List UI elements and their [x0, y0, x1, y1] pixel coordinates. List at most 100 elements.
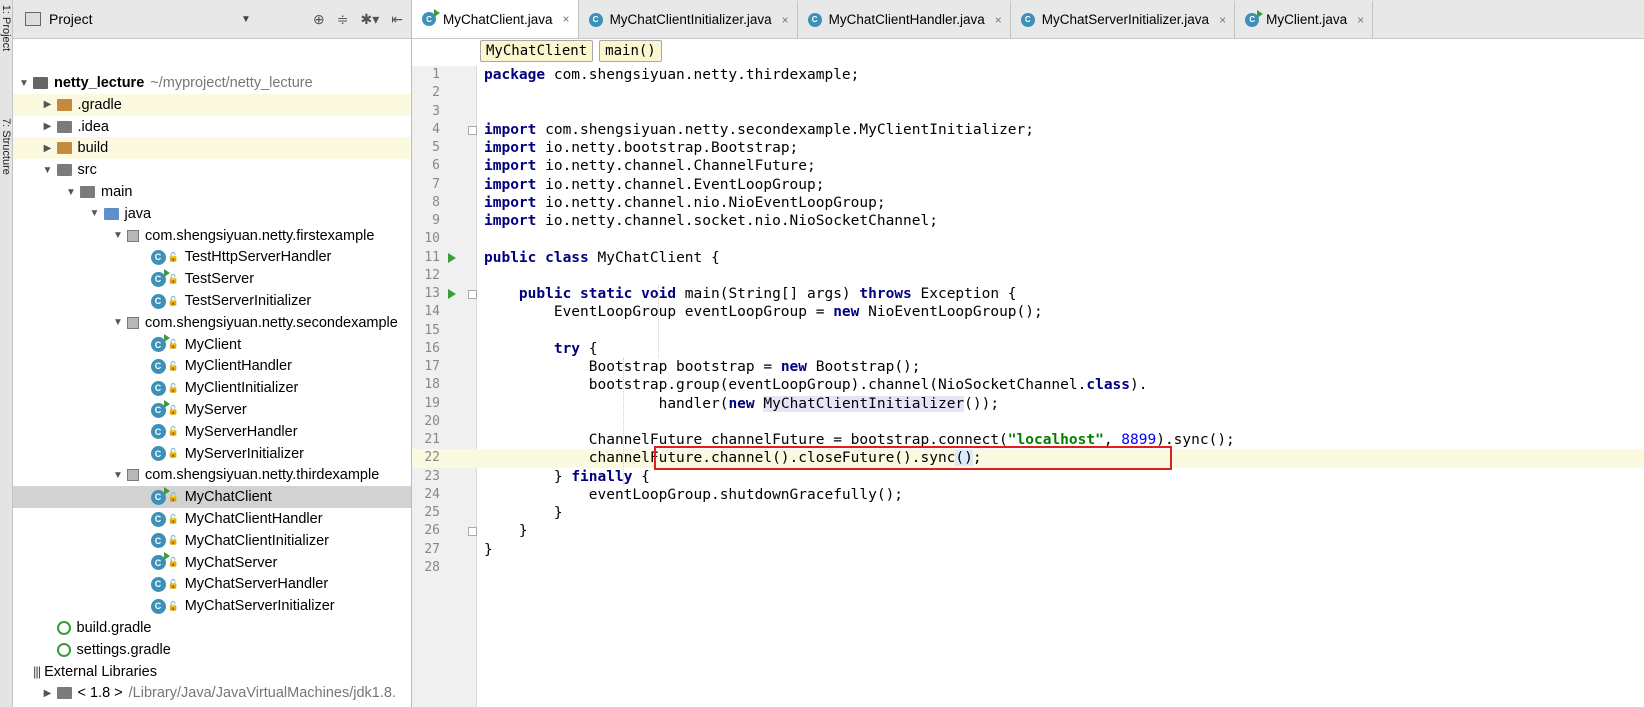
- run-gutter-icon[interactable]: [448, 289, 456, 299]
- view-dropdown-icon[interactable]: ▼: [241, 14, 251, 25]
- collapsed-arrow-icon[interactable]: ▶: [41, 143, 55, 154]
- expanded-arrow-icon[interactable]: ▼: [64, 187, 78, 198]
- fold-icon[interactable]: [468, 527, 477, 537]
- settings-gear-icon[interactable]: ✱▾: [361, 11, 380, 28]
- code-line[interactable]: try {: [484, 340, 598, 358]
- access-icon: 🔓: [167, 535, 179, 546]
- collapsed-arrow-icon[interactable]: ▶: [41, 121, 55, 132]
- tree-item[interactable]: C 🔓 MyClientHandler: [13, 355, 411, 377]
- tree-item[interactable]: ▼ netty_lecture ~/myproject/netty_lecture: [13, 72, 411, 94]
- tree-item[interactable]: C 🔓 MyChatServerInitializer: [13, 595, 411, 617]
- close-tab-icon[interactable]: ×: [995, 13, 1002, 27]
- expanded-arrow-icon[interactable]: ▼: [111, 317, 125, 328]
- tab-label: MyChatClientHandler.java: [828, 12, 985, 27]
- tree-item[interactable]: ▶ .idea: [13, 116, 411, 138]
- project-tool-window-button[interactable]: 1: Project: [0, 0, 12, 56]
- tree-item[interactable]: build.gradle: [13, 617, 411, 639]
- code-line[interactable]: bootstrap.group(eventLoopGroup).channel(…: [484, 376, 1148, 394]
- tree-item[interactable]: ▼ src: [13, 159, 411, 181]
- project-panel-title[interactable]: Project: [49, 11, 93, 27]
- code-line[interactable]: import io.netty.channel.socket.nio.NioSo…: [484, 212, 938, 230]
- code-line[interactable]: }: [484, 522, 528, 540]
- tree-item-label: java: [124, 205, 152, 222]
- tree-item[interactable]: C 🔓 MyServer: [13, 399, 411, 421]
- code-line[interactable]: package com.shengsiyuan.netty.thirdexamp…: [484, 66, 859, 84]
- tree-item[interactable]: C 🔓 MyChatServerHandler: [13, 573, 411, 595]
- tree-item-label: MyServerInitializer: [184, 445, 304, 462]
- collapse-all-icon[interactable]: ≑: [337, 11, 349, 28]
- editor-tab[interactable]: C MyClient.java ×: [1235, 1, 1374, 38]
- expanded-arrow-icon[interactable]: ▼: [17, 78, 31, 89]
- tree-item[interactable]: C 🔓 TestServerInitializer: [13, 290, 411, 312]
- code-line[interactable]: eventLoopGroup.shutdownGracefully();: [484, 486, 903, 504]
- collapsed-arrow-icon[interactable]: ▶: [41, 99, 55, 110]
- collapsed-arrow-icon[interactable]: ▶: [41, 688, 55, 699]
- breadcrumb-class[interactable]: MyChatClient: [480, 40, 594, 62]
- tree-item-label: MyClientInitializer: [184, 380, 299, 397]
- code-area[interactable]: 1 package com.shengsiyuan.netty.thirdexam…: [412, 66, 1644, 707]
- tree-item[interactable]: ▶ .gradle: [13, 93, 411, 116]
- tree-item[interactable]: ▼ main: [13, 181, 411, 203]
- tab-label: MyChatClientInitializer.java: [609, 12, 772, 27]
- tree-item[interactable]: ▶ build: [13, 137, 411, 160]
- editor-tab[interactable]: C MyChatClientHandler.java ×: [798, 1, 1011, 38]
- close-tab-icon[interactable]: ×: [782, 13, 789, 27]
- tree-item[interactable]: settings.gradle: [13, 639, 411, 661]
- close-tab-icon[interactable]: ×: [1357, 13, 1364, 27]
- tree-item[interactable]: C 🔓 MyClient: [13, 334, 411, 356]
- tree-item[interactable]: C 🔓 MyServerHandler: [13, 421, 411, 443]
- tree-item[interactable]: C 🔓 TestServer: [13, 268, 411, 290]
- tree-item[interactable]: C 🔓 MyChatClientHandler: [13, 508, 411, 530]
- expanded-arrow-icon[interactable]: ▼: [41, 165, 55, 176]
- code-line[interactable]: public class MyChatClient {: [484, 249, 720, 267]
- tree-item[interactable]: ▼ com.shengsiyuan.netty.firstexample: [13, 225, 411, 247]
- fold-icon[interactable]: [468, 290, 477, 299]
- folder-icon: [33, 77, 48, 89]
- code-line[interactable]: }: [484, 504, 563, 522]
- tree-item[interactable]: C 🔓 TestHttpServerHandler: [13, 246, 411, 268]
- close-tab-icon[interactable]: ×: [1219, 13, 1226, 27]
- tree-item[interactable]: ▼ java: [13, 203, 411, 225]
- tree-item[interactable]: C 🔓 MyChatServer: [13, 552, 411, 574]
- tree-item[interactable]: C 🔓 MyClientInitializer: [13, 377, 411, 399]
- expanded-arrow-icon[interactable]: ▼: [111, 470, 125, 481]
- tree-item[interactable]: C 🔓 MyServerInitializer: [13, 443, 411, 465]
- runnable-class-icon: C: [150, 334, 170, 353]
- code-line[interactable]: import io.netty.bootstrap.Bootstrap;: [484, 139, 798, 157]
- tree-item[interactable]: C 🔓 MyChatClient: [13, 486, 411, 509]
- run-gutter-icon[interactable]: [448, 252, 456, 263]
- code-line[interactable]: import com.shengsiyuan.netty.secondexamp…: [484, 121, 1034, 139]
- tree-item[interactable]: ▼ com.shengsiyuan.netty.thirdexample: [13, 464, 411, 486]
- tree-item-label: MyServer: [184, 402, 247, 418]
- tree-item[interactable]: C 🔓 MyChatClientInitializer: [13, 530, 411, 552]
- fold-icon[interactable]: [468, 125, 477, 135]
- tree-item[interactable]: ||| External Libraries: [13, 661, 411, 683]
- class-icon: C: [150, 424, 166, 440]
- editor-tab[interactable]: C MyChatClient.java ×: [412, 0, 579, 38]
- line-number: 11: [424, 249, 440, 265]
- code-line[interactable]: Bootstrap bootstrap = new Bootstrap();: [484, 358, 921, 376]
- code-line[interactable]: import io.netty.channel.EventLoopGroup;: [484, 176, 824, 194]
- class-file-icon: C: [588, 12, 603, 27]
- expanded-arrow-icon[interactable]: ▼: [111, 230, 125, 241]
- code-line[interactable]: }: [484, 541, 493, 559]
- expanded-arrow-icon[interactable]: ▼: [88, 208, 102, 219]
- structure-tool-window-button[interactable]: 7: Structure: [0, 118, 12, 175]
- tree-item[interactable]: ▼ com.shengsiyuan.netty.secondexample: [13, 312, 411, 334]
- editor-tab[interactable]: C MyChatServerInitializer.java ×: [1011, 1, 1236, 38]
- scroll-from-source-icon[interactable]: ⊕: [313, 11, 325, 28]
- code-line[interactable]: public static void main(String[] args) t…: [484, 285, 1017, 303]
- hide-panel-icon[interactable]: ⇤: [391, 11, 403, 28]
- code-line[interactable]: import io.netty.channel.nio.NioEventLoop…: [484, 194, 886, 212]
- code-line[interactable]: } finally {: [484, 468, 650, 486]
- code-line[interactable]: EventLoopGroup eventLoopGroup = new NioE…: [484, 303, 1043, 321]
- line-number: 16: [424, 340, 440, 356]
- breadcrumb-method[interactable]: main(): [599, 40, 662, 62]
- folder-icon: [56, 98, 72, 111]
- code-line[interactable]: handler(new MyChatClientInitializer());: [484, 395, 999, 413]
- annotation-highlight-box: [654, 446, 1172, 471]
- editor-tab[interactable]: C MyChatClientInitializer.java ×: [579, 1, 798, 38]
- tree-item[interactable]: ▶ < 1.8 > /Library/Java/JavaVirtualMachine…: [13, 682, 411, 704]
- code-line[interactable]: import io.netty.channel.ChannelFuture;: [484, 157, 816, 175]
- close-tab-icon[interactable]: ×: [563, 12, 570, 26]
